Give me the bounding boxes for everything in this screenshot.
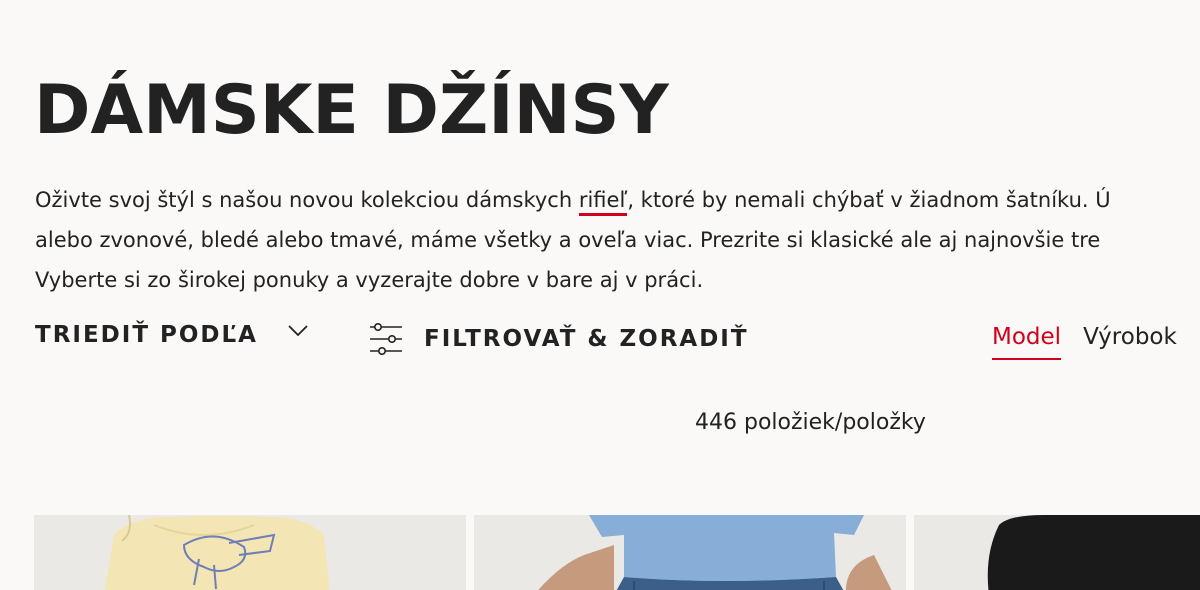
category-page: DÁMSKE DŽÍNSY Oživte svoj štýl s našou n…	[0, 0, 1200, 590]
description-text: Oživte svoj štýl s našou novou kolekciou…	[35, 188, 579, 212]
sliders-icon	[368, 322, 404, 356]
category-description: Oživte svoj štýl s našou novou kolekciou…	[35, 180, 1200, 300]
item-count: 446 položiek/položky	[695, 410, 926, 435]
jeans-link[interactable]: rifieľ	[578, 188, 628, 216]
chevron-down-icon	[288, 321, 308, 341]
page-title: DÁMSKE DŽÍNSY	[34, 71, 669, 150]
description-text: , ktoré by nemali chýbať v žiadnom šatní…	[627, 188, 1111, 212]
description-line-3: Vyberte si zo širokej ponuky a vyzerajte…	[35, 268, 704, 292]
filter-button[interactable]: FILTROVAŤ & ZORADIŤ	[368, 322, 749, 356]
sort-button[interactable]: TRIEDIŤ PODĽA	[35, 322, 308, 348]
product-card[interactable]	[34, 515, 466, 590]
description-line-1: Oživte svoj štýl s našou novou kolekciou…	[35, 180, 1200, 220]
product-card[interactable]	[474, 515, 906, 590]
description-line-2: alebo zvonové, bledé alebo tmavé, máme v…	[35, 228, 1101, 252]
sort-label: TRIEDIŤ PODĽA	[35, 322, 258, 348]
product-image	[474, 515, 906, 590]
product-image	[34, 515, 466, 590]
filter-label: FILTROVAŤ & ZORADIŤ	[424, 326, 749, 352]
view-product-tab[interactable]: Výrobok	[1083, 324, 1177, 360]
product-card[interactable]	[914, 515, 1200, 590]
view-toggle: Model Výrobok	[992, 324, 1177, 360]
product-image	[914, 515, 1200, 590]
view-model-tab[interactable]: Model	[992, 324, 1062, 360]
